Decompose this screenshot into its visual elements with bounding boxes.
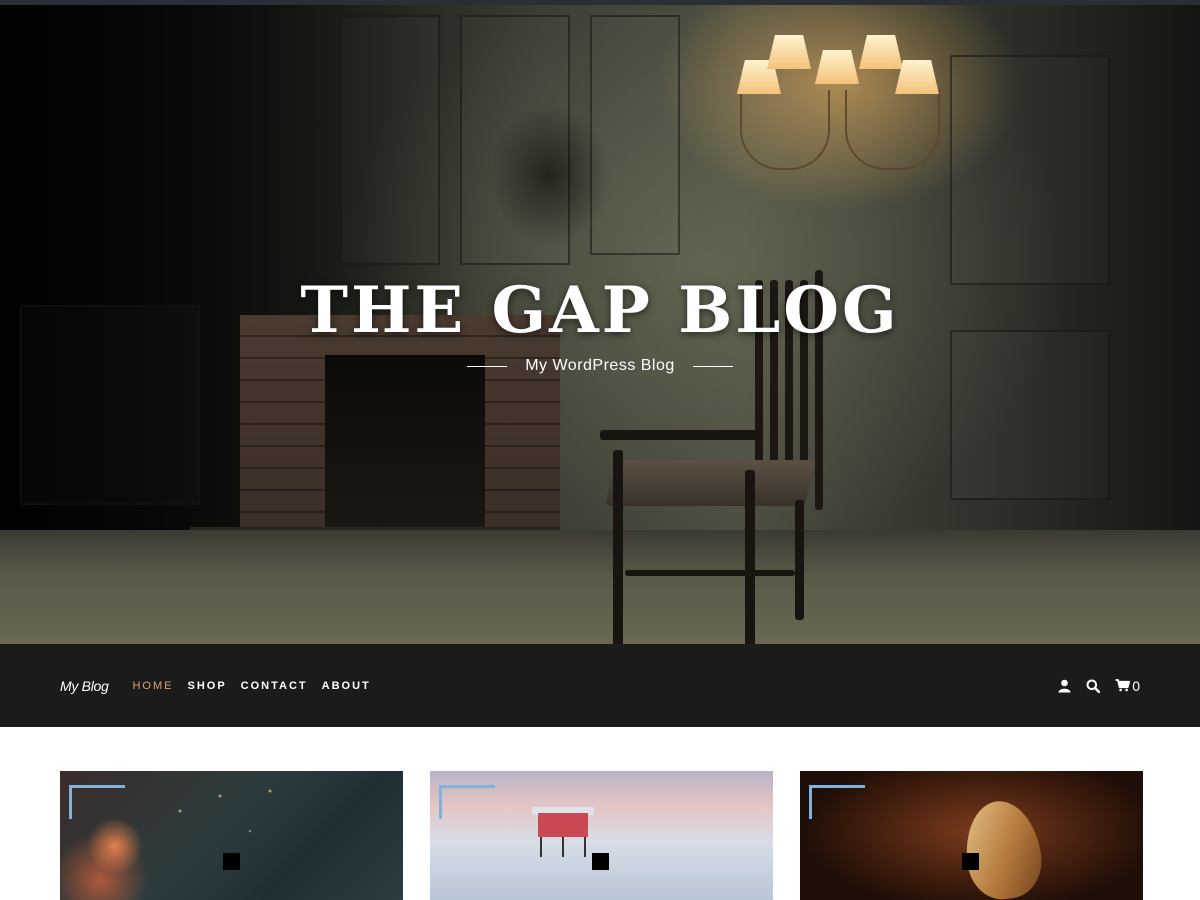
tagline-rule-right xyxy=(692,365,733,367)
brand-logo[interactable]: My Blog xyxy=(60,678,109,694)
chair-leg xyxy=(745,470,755,644)
nav-item-shop[interactable]: SHOP xyxy=(187,680,226,692)
chair-leg xyxy=(795,500,804,620)
user-icon[interactable] xyxy=(1058,679,1071,693)
post-thumbnail-leaf[interactable] xyxy=(800,771,1143,900)
hero-banner: THE GAP BLOG My WordPress Blog xyxy=(0,5,1200,644)
fireplace-opening xyxy=(325,355,485,530)
nav-item-contact[interactable]: CONTACT xyxy=(241,680,308,692)
site-title[interactable]: THE GAP BLOG xyxy=(0,273,1200,348)
lamp-shade xyxy=(815,50,859,84)
card-corner-accent xyxy=(69,785,125,819)
dry-leaf xyxy=(959,796,1047,900)
card-corner-accent xyxy=(809,785,865,819)
hand-shadow xyxy=(440,55,660,255)
chandelier-arm xyxy=(845,90,940,170)
site-tagline-row: My WordPress Blog xyxy=(0,355,1200,377)
main-navigation: My Blog HOME SHOP CONTACT ABOUT 0 xyxy=(0,644,1200,727)
stilt-hut xyxy=(538,813,588,837)
chair-leg xyxy=(613,450,623,644)
search-icon[interactable] xyxy=(1086,679,1101,693)
card-marker xyxy=(962,853,979,870)
door-panel xyxy=(950,55,1110,285)
nav-item-about[interactable]: ABOUT xyxy=(322,680,371,692)
cart-count: 0 xyxy=(1132,677,1140,694)
lamp-shade xyxy=(859,35,903,69)
hut-stilt xyxy=(562,837,564,857)
cart-button[interactable]: 0 xyxy=(1115,678,1140,694)
post-thumbnail-bokeh[interactable] xyxy=(60,771,403,900)
chandelier xyxy=(735,30,945,190)
cart-icon xyxy=(1115,679,1131,692)
card-corner-accent xyxy=(439,785,495,819)
nav-actions: 0 xyxy=(1058,678,1140,694)
nav-item-home[interactable]: HOME xyxy=(132,680,173,692)
chair-arm xyxy=(600,430,760,440)
card-marker xyxy=(592,853,609,870)
chair-stretcher xyxy=(625,570,795,576)
post-thumbnail-stilt-house[interactable] xyxy=(430,771,773,900)
card-marker xyxy=(223,853,240,870)
chandelier-arm xyxy=(740,90,830,170)
site-tagline: My WordPress Blog xyxy=(525,357,675,374)
hut-stilt xyxy=(584,837,586,857)
tagline-rule-left xyxy=(467,365,508,367)
wall-panel xyxy=(340,15,440,265)
hut-stilt xyxy=(540,837,542,857)
nav-menu: HOME SHOP CONTACT ABOUT xyxy=(132,680,370,692)
lamp-shade xyxy=(767,35,811,69)
chair-seat xyxy=(605,460,815,506)
